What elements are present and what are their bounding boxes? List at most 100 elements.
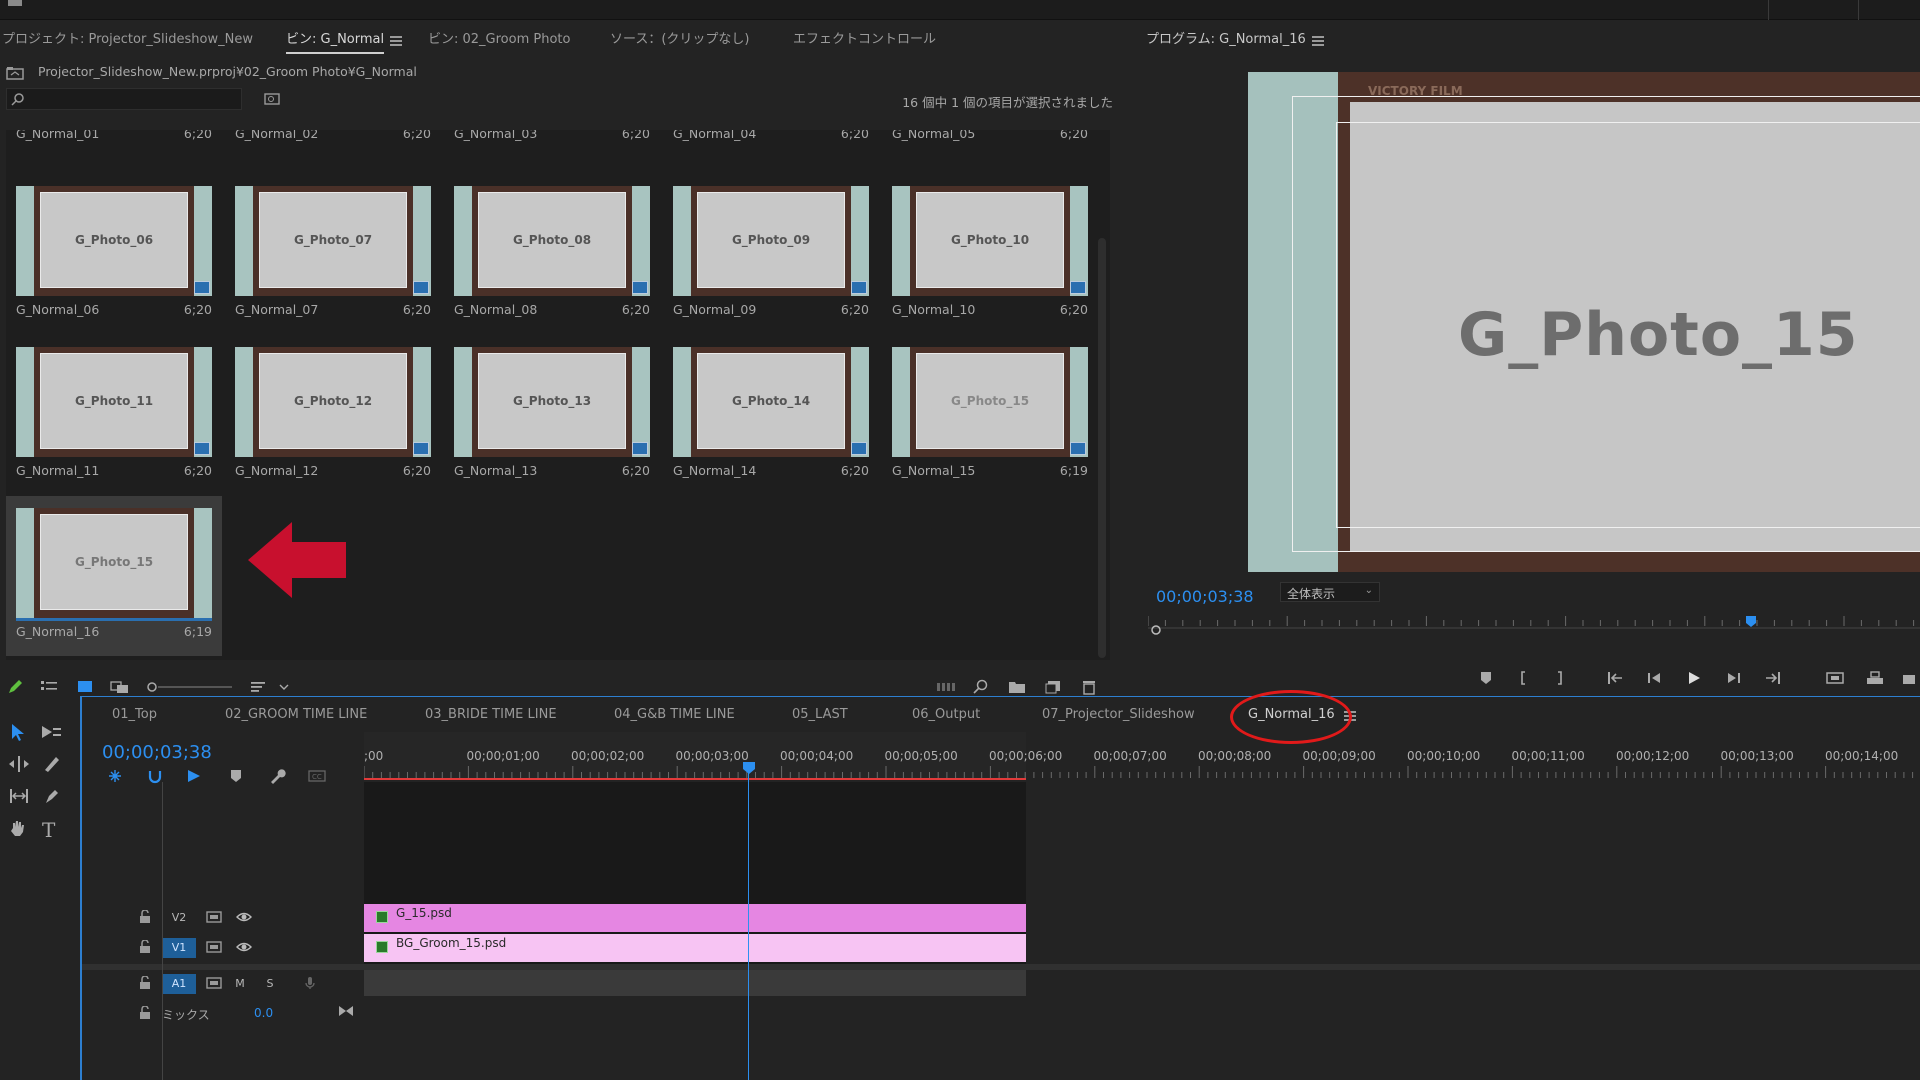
sort-icon[interactable] — [250, 678, 270, 696]
clip-item[interactable]: G_Photo_06 G_Normal_06 6;20 — [6, 174, 222, 334]
add-marker-icon[interactable] — [1478, 670, 1498, 688]
search-input[interactable] — [6, 88, 242, 110]
transform-box[interactable] — [1336, 122, 1920, 528]
sync-lock-icon[interactable] — [206, 976, 222, 992]
pencil-icon[interactable] — [6, 678, 26, 696]
icon-view-icon[interactable] — [76, 678, 96, 696]
freeform-view-icon[interactable] — [110, 678, 130, 696]
tab-project[interactable]: プロジェクト: Projector_Slideshow_New — [2, 28, 253, 52]
step-forward-icon[interactable] — [1726, 670, 1746, 688]
program-viewer[interactable]: VICTORY FILM G_Photo_15 — [1248, 72, 1920, 572]
go-to-out-icon[interactable] — [1764, 670, 1784, 688]
ruler-tick-label: 00;00;04;00 — [780, 749, 853, 763]
folder-up-icon[interactable] — [6, 66, 24, 80]
mix-pan-icon[interactable] — [338, 1004, 354, 1020]
lift-icon[interactable] — [1826, 670, 1846, 688]
tab-sequence[interactable]: 01_Top — [112, 707, 157, 722]
clip-item[interactable]: G_Photo_07 G_Normal_07 6;20 — [225, 174, 441, 334]
play-icon[interactable] — [1686, 670, 1706, 688]
new-search-bin-icon[interactable] — [264, 92, 280, 106]
lock-icon[interactable] — [138, 976, 154, 992]
new-bin-icon[interactable] — [1008, 678, 1028, 696]
clip-item[interactable]: G_Photo_14 G_Normal_14 6;20 — [663, 335, 879, 495]
eye-icon[interactable] — [236, 910, 252, 926]
clip-item[interactable]: G_Photo_15 G_Normal_15 6;19 — [882, 335, 1098, 495]
tab-sequence[interactable]: 05_LAST — [792, 707, 848, 722]
clip-item[interactable]: G_Photo_11 G_Normal_11 6;20 — [6, 335, 222, 495]
mix-value[interactable]: 0.0 — [254, 1006, 273, 1020]
program-menu-icon[interactable] — [1312, 36, 1324, 46]
clip-name: G_Normal_10 — [892, 302, 976, 317]
automate-to-sequence-icon[interactable] — [936, 678, 956, 696]
tab-effect-controls[interactable]: エフェクトコントロール — [793, 28, 936, 52]
clip-duration: 6;20 — [621, 463, 650, 478]
step-back-icon[interactable] — [1646, 670, 1666, 688]
clip-item[interactable]: G_Photo_12 G_Normal_12 6;20 — [225, 335, 441, 495]
clip-item-selected[interactable]: G_Photo_15 G_Normal_16 6;19 — [6, 496, 222, 656]
list-view-icon[interactable] — [40, 678, 60, 696]
zoom-handle[interactable] — [1151, 625, 1161, 635]
clip-item[interactable]: G_Photo_08 G_Normal_08 6;20 — [444, 174, 660, 334]
clip-item[interactable]: G_Photo_10 G_Normal_10 6;20 — [882, 174, 1098, 334]
slip-tool-icon[interactable] — [8, 786, 30, 806]
tab-menu-icon[interactable] — [390, 36, 402, 46]
new-item-icon[interactable] — [1044, 678, 1064, 696]
psd-badge-icon — [1070, 281, 1086, 294]
lock-icon[interactable] — [138, 1006, 154, 1022]
chevron-down-icon[interactable] — [278, 678, 290, 696]
track-label-a1[interactable]: A1 — [162, 974, 196, 994]
scrub-playhead[interactable] — [1746, 616, 1756, 627]
clip-item[interactable]: G_Photo_13 G_Normal_13 6;20 — [444, 335, 660, 495]
search-row: 16 個中 1 個の項目が選択されました — [0, 86, 1127, 114]
track-label[interactable]: V2 — [162, 908, 196, 928]
playhead-handle[interactable] — [743, 762, 755, 774]
program-monitor-title[interactable]: プログラム: G_Normal_16 — [1146, 28, 1306, 47]
program-timecode[interactable]: 00;00;03;38 — [1156, 587, 1254, 606]
eye-icon[interactable] — [236, 940, 252, 956]
type-tool-icon[interactable]: T — [42, 818, 55, 842]
extract-icon[interactable] — [1866, 670, 1886, 688]
tab-sequence[interactable]: 02_GROOM TIME LINE — [225, 707, 367, 722]
mute-button[interactable]: M — [228, 974, 252, 994]
clip-v2[interactable]: G_15.psd — [364, 904, 1026, 932]
hand-tool-icon[interactable] — [8, 818, 28, 838]
mark-in-icon[interactable] — [1516, 670, 1536, 688]
tab-source[interactable]: ソース：(クリップなし) — [610, 28, 750, 52]
timeline-timecode[interactable]: 00;00;03;38 — [102, 742, 212, 763]
razor-tool-icon[interactable] — [42, 754, 62, 774]
export-frame-icon[interactable] — [1902, 670, 1920, 688]
timeline-ruler[interactable]: ;00 00;00;01;00 00;00;02;00 00;00;03;00 00;0… — [364, 732, 1920, 782]
track-select-tool-icon[interactable] — [40, 722, 62, 742]
microphone-icon[interactable] — [304, 976, 320, 992]
solo-button[interactable]: S — [258, 974, 282, 994]
find-icon[interactable] — [972, 678, 992, 696]
trash-icon[interactable] — [1080, 678, 1100, 696]
zoom-fit-select[interactable]: 全体表示 ⌄ — [1280, 582, 1380, 602]
psd-badge-icon — [194, 281, 210, 294]
sync-lock-icon[interactable] — [206, 940, 222, 956]
grid-scrollbar[interactable] — [1098, 238, 1106, 658]
selection-tool-icon[interactable] — [8, 722, 28, 742]
lock-icon[interactable] — [138, 910, 154, 926]
tab-sequence[interactable]: 07_Projector_Slideshow — [1042, 707, 1195, 722]
ripple-edit-tool-icon[interactable] — [8, 754, 30, 774]
track-label-v1[interactable]: V1 — [162, 938, 196, 958]
app-menu-icon[interactable] — [8, 0, 22, 6]
clip-thumbnail: G_Photo_09 — [673, 186, 869, 296]
tab-bin-g-normal[interactable]: ビン: G_Normal — [286, 28, 385, 54]
go-to-in-icon[interactable] — [1606, 670, 1626, 688]
lock-icon[interactable] — [138, 940, 154, 956]
tab-bin-groom-photo[interactable]: ビン: 02_Groom Photo — [428, 28, 570, 52]
psd-badge-icon — [194, 442, 210, 455]
sync-lock-icon[interactable] — [206, 910, 222, 926]
zoom-slider[interactable] — [146, 678, 236, 696]
audio-track-a1[interactable] — [364, 970, 1026, 996]
tab-sequence[interactable]: 04_G&B TIME LINE — [614, 707, 735, 722]
clip-v1[interactable]: BG_Groom_15.psd — [364, 934, 1026, 962]
tab-sequence[interactable]: 06_Output — [912, 707, 980, 722]
clip-item[interactable]: G_Photo_09 G_Normal_09 6;20 — [663, 174, 879, 334]
tab-sequence[interactable]: 03_BRIDE TIME LINE — [425, 707, 557, 722]
program-scrub-bar[interactable] — [1148, 614, 1920, 636]
mark-out-icon[interactable] — [1552, 670, 1572, 688]
pen-tool-icon[interactable] — [42, 786, 62, 806]
